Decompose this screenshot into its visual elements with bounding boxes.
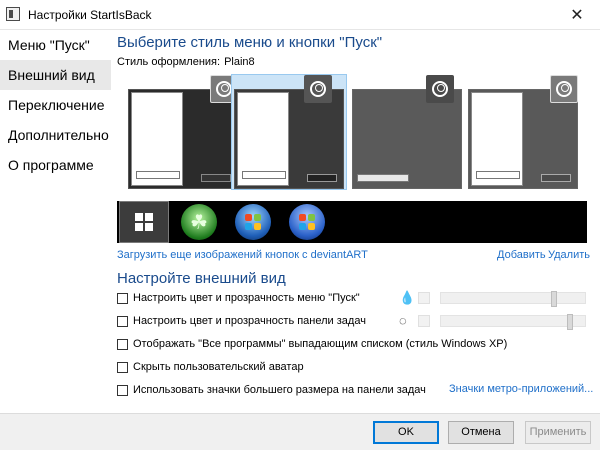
sidebar-item-advanced[interactable]: Дополнительно — [0, 120, 111, 150]
dialog-footer: OK Отмена Применить — [0, 413, 600, 450]
preview-search-box — [357, 174, 409, 182]
taskbar-transparency-slider[interactable] — [440, 314, 586, 330]
style-preview-dark[interactable] — [125, 74, 241, 190]
slider-thumb[interactable] — [551, 291, 557, 307]
option-label: Скрыть пользовательский аватар — [133, 361, 304, 373]
close-icon: ✕ — [570, 7, 584, 24]
checkbox[interactable] — [117, 361, 128, 373]
windows-flag-icon — [245, 214, 261, 230]
remove-link[interactable]: Удалить — [548, 249, 590, 261]
style-preview-gray[interactable] — [349, 74, 465, 190]
option-large-taskbar-icons[interactable]: Использовать значки большего размера на … — [117, 382, 426, 398]
user-avatar-icon — [426, 75, 454, 103]
style-label-text: Стиль оформления: — [117, 56, 221, 68]
add-link[interactable]: Добавить — [497, 249, 546, 261]
clover-orb-button[interactable] — [181, 204, 217, 240]
sidebar-item-about[interactable]: О программе — [0, 150, 111, 180]
filled-drop-icon: 💧 — [399, 290, 416, 305]
ok-button[interactable]: OK — [373, 421, 439, 444]
preview-search-box — [476, 171, 520, 179]
style-section-title: Выберите стиль меню и кнопки "Пуск" — [117, 34, 383, 51]
option-label: Настроить цвет и прозрачность меню "Пуск… — [133, 292, 360, 304]
deviantart-link[interactable]: Загрузить еще изображений кнопок с devia… — [117, 249, 368, 261]
close-button[interactable]: ✕ — [554, 0, 600, 30]
checkbox[interactable] — [117, 338, 128, 350]
app-icon — [6, 7, 20, 21]
color-swatch[interactable] — [418, 315, 430, 327]
sidebar: Меню "Пуск" Внешний вид Переключение Доп… — [0, 30, 111, 413]
checkbox[interactable] — [117, 292, 128, 304]
style-preview-light[interactable] — [231, 74, 347, 190]
windows-logo-icon — [135, 213, 153, 231]
style-label: Стиль оформления: Plain8 — [117, 56, 255, 68]
appearance-section-title: Настройте внешний вид — [117, 270, 286, 287]
outline-drop-icon: ◌ — [399, 313, 407, 328]
preview-search-box — [242, 171, 286, 179]
preview-search-box — [136, 171, 180, 179]
color-swatch[interactable] — [418, 292, 430, 304]
checkbox[interactable] — [117, 384, 128, 396]
metro-icons-link[interactable]: Значки метро-приложений... — [449, 383, 593, 395]
option-all-programs-dropdown[interactable]: Отображать "Все программы" выпадающим сп… — [117, 336, 507, 352]
option-taskbar-color[interactable]: Настроить цвет и прозрачность панели зад… — [117, 313, 366, 329]
start-button-strip — [117, 201, 587, 243]
windows10-logo-button[interactable] — [119, 201, 169, 243]
start-menu-transparency-slider[interactable] — [440, 291, 586, 307]
window-title: Настройки StartIsBack — [28, 8, 152, 22]
sidebar-item-appearance[interactable]: Внешний вид — [0, 60, 111, 90]
title-bar: Настройки StartIsBack ✕ — [0, 0, 600, 30]
option-start-menu-color[interactable]: Настроить цвет и прозрачность меню "Пуск… — [117, 290, 360, 306]
apply-button[interactable]: Применить — [525, 421, 591, 444]
checkbox[interactable] — [117, 315, 128, 327]
windows-flag-icon — [299, 214, 315, 230]
main-panel: Выберите стиль меню и кнопки "Пуск" Стил… — [111, 30, 600, 413]
windows7-orb-button[interactable] — [235, 204, 271, 240]
style-value: Plain8 — [224, 56, 255, 68]
slider-thumb[interactable] — [567, 314, 573, 330]
style-previews — [125, 74, 585, 190]
cancel-button[interactable]: Отмена — [448, 421, 514, 444]
option-hide-avatar[interactable]: Скрыть пользовательский аватар — [117, 359, 304, 375]
style-preview-white-gray[interactable] — [465, 74, 581, 190]
option-label: Использовать значки большего размера на … — [133, 384, 426, 396]
option-label: Отображать "Все программы" выпадающим сп… — [133, 338, 508, 350]
sidebar-item-switching[interactable]: Переключение — [0, 90, 111, 120]
user-avatar-icon — [550, 75, 578, 103]
option-label: Настроить цвет и прозрачность панели зад… — [133, 315, 366, 327]
sidebar-item-start-menu[interactable]: Меню "Пуск" — [0, 30, 111, 60]
user-avatar-icon — [304, 75, 332, 103]
windows7-orb-alt-button[interactable] — [289, 204, 325, 240]
